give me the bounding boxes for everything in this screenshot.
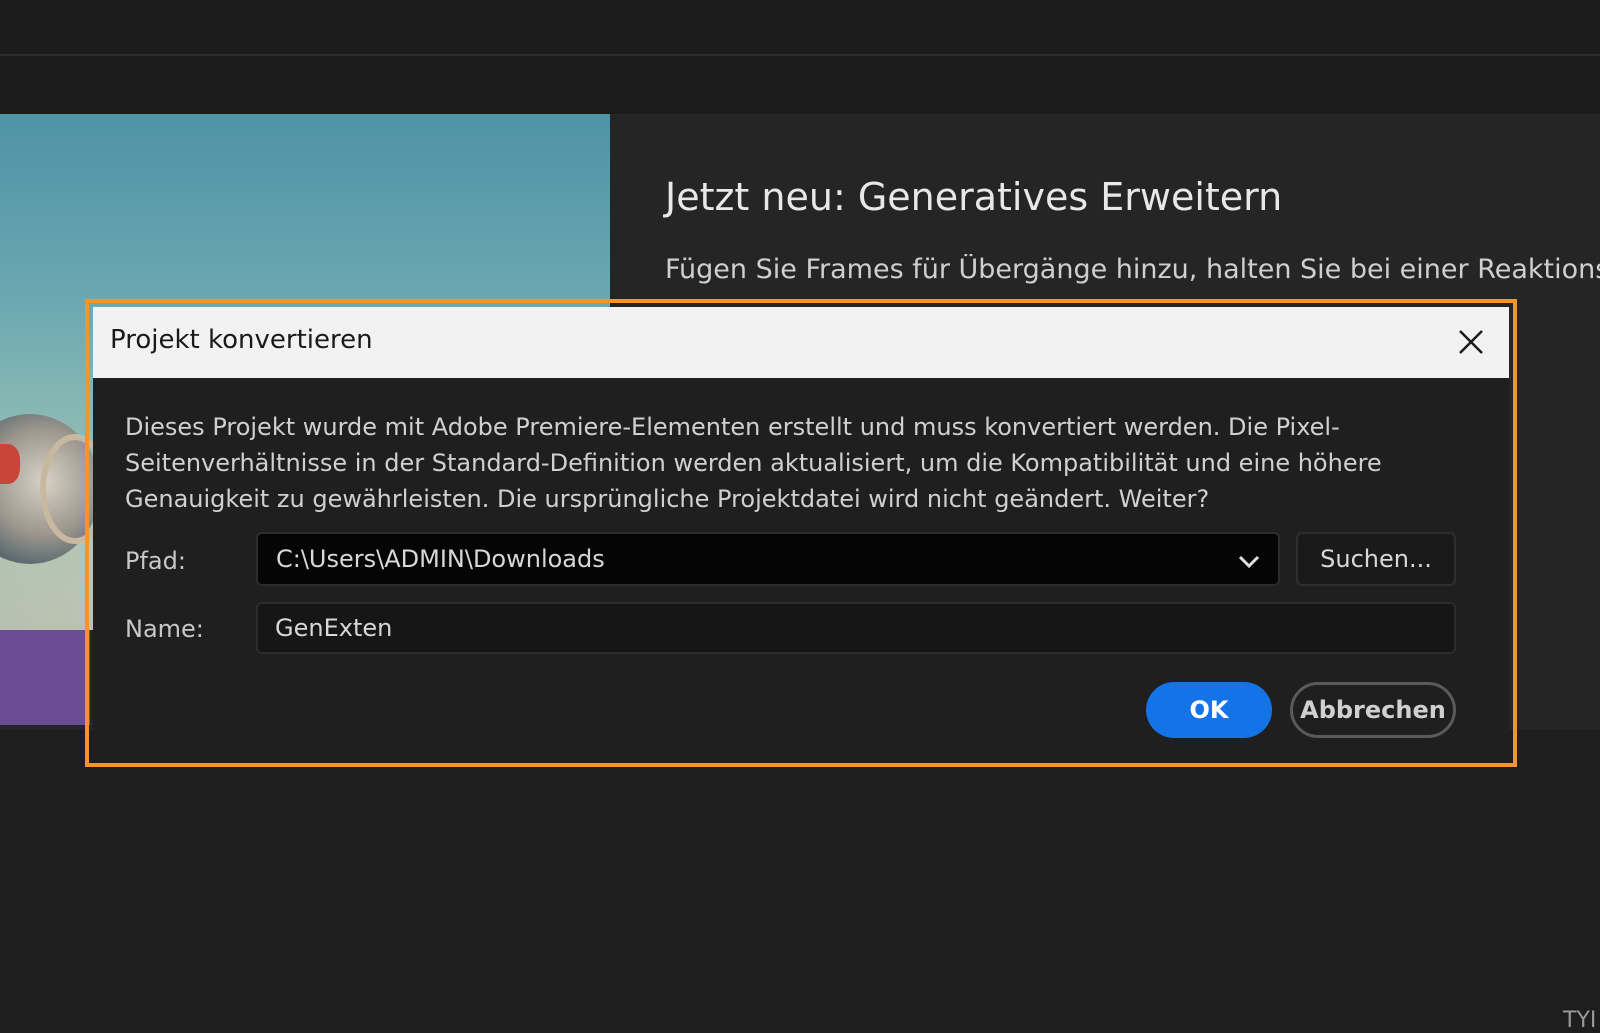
dialog-title: Projekt konvertieren	[110, 325, 373, 355]
dialog-message: Dieses Projekt wurde mit Adobe Premiere-…	[125, 413, 1382, 513]
path-label: Pfad:	[125, 547, 186, 575]
path-value: C:\Users\ADMIN\Downloads	[276, 545, 605, 573]
hero-purple-strip	[0, 630, 90, 725]
name-label: Name:	[125, 615, 204, 643]
name-input[interactable]	[256, 602, 1456, 654]
hero-headline: Jetzt neu: Generatives Erweitern	[665, 175, 1283, 219]
cancel-button[interactable]: Abbrechen	[1290, 682, 1456, 738]
hero-image-accent	[0, 444, 20, 484]
chevron-down-icon	[1238, 555, 1260, 569]
dialog-title-bar: Projekt konvertieren	[93, 307, 1509, 378]
convert-project-dialog: Projekt konvertieren Dieses Projekt wurd…	[93, 307, 1509, 759]
hero-description: Fügen Sie Frames für Übergänge hinzu, ha…	[665, 254, 1600, 285]
ok-button[interactable]: OK	[1146, 682, 1272, 738]
app-sub-bar	[0, 56, 1600, 114]
close-button[interactable]	[1447, 318, 1495, 366]
app-top-bar	[0, 0, 1600, 56]
path-dropdown[interactable]: C:\Users\ADMIN\Downloads	[256, 532, 1280, 586]
browse-button[interactable]: Suchen...	[1296, 532, 1456, 586]
close-icon	[1459, 330, 1483, 354]
corner-text: TYI	[1563, 1008, 1597, 1033]
